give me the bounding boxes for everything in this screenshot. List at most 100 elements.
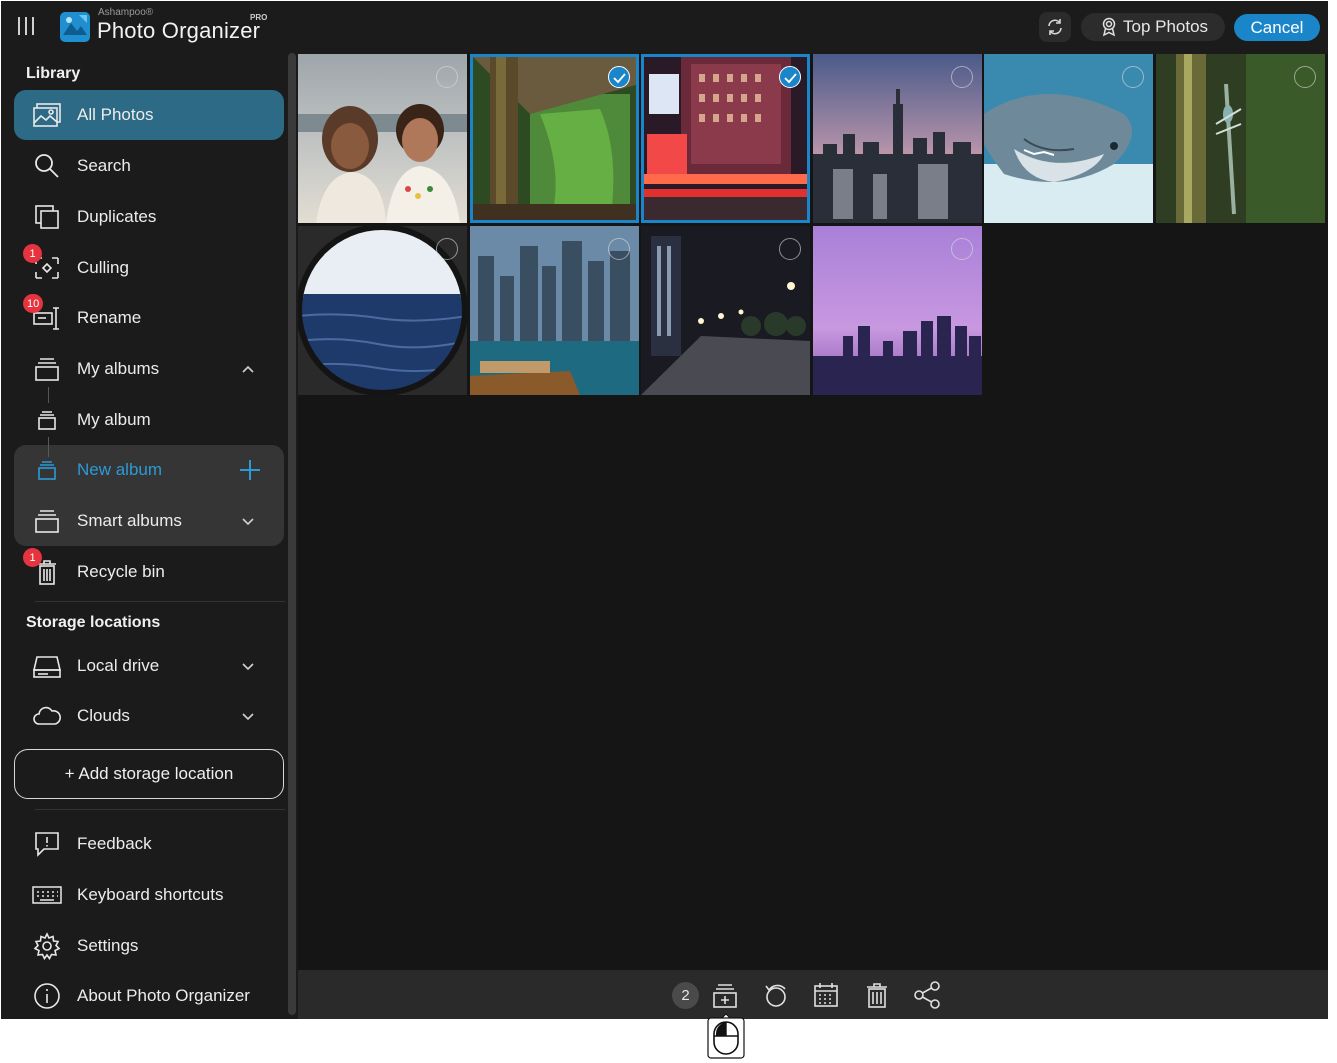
mouse-click-icon: [707, 1013, 745, 1059]
photo-thumbnail[interactable]: [1156, 54, 1325, 223]
sidebar-item-feedback[interactable]: Feedback: [14, 819, 284, 869]
selected-check-icon[interactable]: [779, 66, 801, 88]
sidebar-item-label: New album: [77, 460, 163, 479]
photo-thumbnail[interactable]: [641, 226, 810, 395]
select-checkbox[interactable]: [1294, 66, 1316, 88]
sidebar-item-keyboard-shortcuts[interactable]: Keyboard shortcuts: [14, 870, 284, 920]
sidebar-item-search[interactable]: Search: [14, 141, 284, 191]
sidebar-item-new-album[interactable]: New album: [14, 445, 284, 495]
photo-thumbnail[interactable]: [470, 54, 639, 223]
photo-grid: [298, 54, 1328, 970]
sidebar-item-label: Smart albums: [77, 511, 182, 530]
rename-badge: 10: [23, 294, 44, 313]
menu-icon[interactable]: [15, 15, 37, 39]
app-window: Ashampoo® PRO Photo Organizer Top Photos…: [1, 1, 1328, 1019]
sidebar-item-label: Feedback: [77, 834, 152, 853]
sidebar-item-label: My albums: [77, 359, 160, 378]
selected-check-icon[interactable]: [608, 66, 630, 88]
photo-thumbnail[interactable]: [470, 226, 639, 395]
chevron-down-icon[interactable]: [240, 513, 256, 529]
add-icon[interactable]: [239, 459, 261, 481]
photos-icon: [33, 103, 61, 127]
calendar-icon[interactable]: [811, 980, 841, 1010]
photo-thumbnail[interactable]: [813, 226, 982, 395]
info-icon: [34, 983, 60, 1009]
culling-badge: 1: [23, 244, 42, 263]
sidebar-item-label: Local drive: [77, 656, 160, 675]
app-logo-icon: [60, 12, 90, 42]
award-icon: [1102, 17, 1116, 37]
sidebar-item-about[interactable]: About Photo Organizer: [14, 971, 284, 1019]
sidebar-item-label: About Photo Organizer: [77, 986, 250, 1005]
sidebar-item-local-drive[interactable]: Local drive: [14, 641, 284, 691]
sidebar-item-rename[interactable]: 10 Rename: [14, 293, 284, 343]
drive-icon: [32, 656, 62, 678]
brand-company: Ashampoo®: [98, 7, 154, 18]
feedback-icon: [35, 832, 59, 857]
select-checkbox[interactable]: [436, 238, 458, 260]
search-icon: [35, 154, 59, 178]
recycle-bin-badge: 1: [23, 548, 42, 567]
gear-icon: [33, 932, 61, 960]
sidebar-item-my-album[interactable]: My album: [14, 395, 284, 445]
sidebar-item-label: Clouds: [77, 706, 130, 725]
sidebar-item-duplicates[interactable]: Duplicates: [14, 192, 284, 242]
sidebar-scrollbar[interactable]: [288, 53, 296, 1015]
album-icon: [38, 411, 56, 430]
sidebar-item-recycle-bin[interactable]: 1 Recycle bin: [14, 547, 284, 597]
photo-thumbnail[interactable]: [984, 54, 1153, 223]
sidebar-item-all-photos[interactable]: All Photos: [14, 90, 284, 140]
sidebar-item-label: Duplicates: [77, 207, 157, 226]
sidebar-item-smart-albums[interactable]: Smart albums: [14, 496, 284, 546]
album-icon: [35, 358, 59, 381]
sidebar-item-clouds[interactable]: Clouds: [14, 691, 284, 741]
sidebar-item-culling[interactable]: 1 Culling: [14, 243, 284, 293]
trash-icon[interactable]: [862, 980, 892, 1010]
sidebar-item-label: Culling: [77, 258, 129, 277]
top-photos-label: Top Photos: [1123, 17, 1209, 36]
divider: [35, 809, 285, 810]
app-title: Photo Organizer: [97, 18, 261, 43]
add-to-album-icon[interactable]: [710, 980, 740, 1010]
keyboard-icon: [32, 886, 62, 904]
sidebar-item-label: My album: [77, 410, 151, 429]
photo-thumbnail[interactable]: [641, 54, 810, 223]
sidebar-item-label: Rename: [77, 308, 142, 327]
sidebar-item-label: All Photos: [77, 105, 154, 124]
selection-toolbar: 2: [298, 970, 1328, 1019]
select-checkbox[interactable]: [436, 66, 458, 88]
chevron-up-icon[interactable]: [240, 361, 256, 377]
photo-thumbnail[interactable]: [298, 54, 467, 223]
select-checkbox[interactable]: [779, 238, 801, 260]
divider: [35, 601, 285, 602]
sync-button[interactable]: [1039, 12, 1071, 42]
sidebar-item-settings[interactable]: Settings: [14, 921, 284, 971]
cloud-icon: [33, 706, 61, 725]
selected-count-badge: 2: [672, 982, 699, 1009]
chevron-down-icon[interactable]: [240, 708, 256, 724]
select-checkbox[interactable]: [1122, 66, 1144, 88]
storage-heading: Storage locations: [26, 614, 161, 631]
sidebar: Library All Photos Search Duplicates 1 C…: [1, 53, 287, 1019]
photo-thumbnail[interactable]: [298, 226, 467, 395]
sync-icon: [1048, 19, 1062, 35]
new-album-icon: [38, 461, 56, 480]
sidebar-item-label: Recycle bin: [77, 562, 165, 581]
add-storage-location-button[interactable]: + Add storage location: [14, 749, 284, 799]
photo-thumbnail[interactable]: [813, 54, 982, 223]
duplicates-icon: [35, 205, 59, 229]
sidebar-item-label: Settings: [77, 936, 139, 955]
sidebar-item-label: Keyboard shortcuts: [77, 885, 224, 904]
sidebar-item-label: Search: [77, 156, 131, 175]
chevron-down-icon[interactable]: [240, 658, 256, 674]
select-checkbox[interactable]: [608, 238, 630, 260]
select-checkbox[interactable]: [951, 66, 973, 88]
rotate-icon[interactable]: [761, 980, 791, 1010]
sidebar-item-my-albums[interactable]: My albums: [14, 344, 284, 394]
smart-album-icon: [35, 510, 59, 533]
select-checkbox[interactable]: [951, 238, 973, 260]
library-heading: Library: [26, 65, 81, 82]
cancel-button[interactable]: Cancel: [1234, 14, 1320, 41]
share-icon[interactable]: [912, 980, 942, 1010]
top-photos-button[interactable]: Top Photos: [1081, 13, 1225, 41]
